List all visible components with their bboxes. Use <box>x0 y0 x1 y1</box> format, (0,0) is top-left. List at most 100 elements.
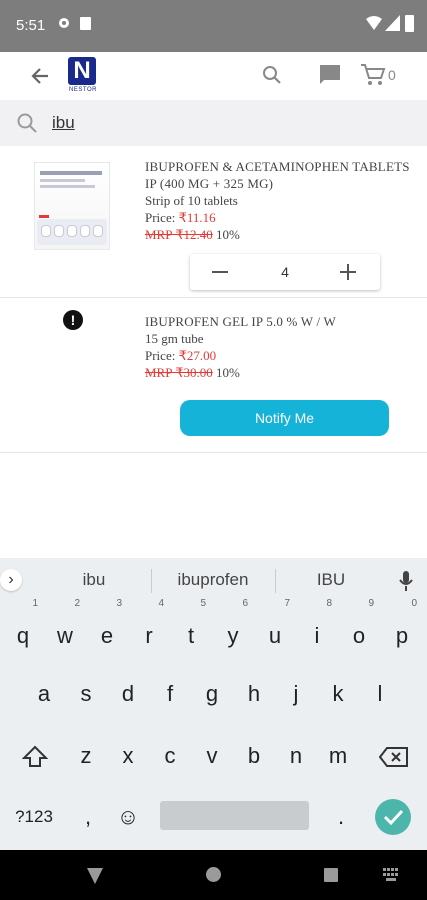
key-label: c <box>164 743 176 768</box>
key-label: i <box>314 623 320 648</box>
cart-icon[interactable] <box>360 63 386 87</box>
key-label: f <box>166 681 174 706</box>
key-label: b <box>247 743 261 768</box>
key-hint: 4 <box>158 598 164 609</box>
product-pack: Strip of 10 tablets <box>145 193 238 208</box>
signal-icon <box>385 15 400 31</box>
key-d[interactable]: d <box>110 671 146 717</box>
enter-key[interactable] <box>375 799 411 835</box>
keyboard-switch-icon[interactable] <box>383 868 399 882</box>
logo-word: NESTOR <box>69 87 97 93</box>
key-z[interactable]: z <box>68 733 104 779</box>
key-a[interactable]: a <box>26 671 62 717</box>
key-label: g <box>205 681 219 706</box>
sd-card-icon <box>80 17 91 30</box>
key-label: x <box>122 743 134 768</box>
status-bar: 5:51 <box>0 0 427 52</box>
cart-count: 0 <box>388 67 396 83</box>
product-name: IBUPROFEN GEL IP 5.0 % W / W <box>145 314 336 329</box>
alert-icon: ! <box>63 310 83 330</box>
product-card[interactable]: IBUPROFEN & ACETAMINOPHEN TABLETS IP (40… <box>0 148 427 298</box>
key-y[interactable]: y6 <box>215 599 251 659</box>
key-w[interactable]: w2 <box>47 599 83 659</box>
key-label: o <box>352 623 366 648</box>
nav-back-icon[interactable] <box>86 867 104 885</box>
microphone-icon[interactable] <box>398 570 414 592</box>
discount: 10% <box>212 227 240 242</box>
key-s[interactable]: s <box>68 671 104 717</box>
suggestion-item[interactable]: IBU <box>282 570 380 590</box>
status-time: 5:51 <box>16 17 46 34</box>
search-icon[interactable] <box>260 63 284 87</box>
key-label: v <box>206 743 218 768</box>
key-h[interactable]: h <box>236 671 272 717</box>
key-label: k <box>332 681 344 706</box>
key-label: e <box>100 623 114 648</box>
search-bar[interactable]: ibu <box>0 100 427 146</box>
backspace-icon[interactable] <box>379 747 409 767</box>
symbols-key[interactable]: ?123 <box>8 794 60 840</box>
key-hint: 5 <box>200 598 206 609</box>
key-u[interactable]: u7 <box>257 599 293 659</box>
notify-me-button[interactable]: Notify Me <box>180 400 389 436</box>
key-c[interactable]: c <box>152 733 188 779</box>
suggestion-strip: › ibu ibuprofen IBU <box>0 558 427 604</box>
discount: 10% <box>212 365 240 380</box>
key-b[interactable]: b <box>236 733 272 779</box>
key-v[interactable]: v <box>194 733 230 779</box>
key-e[interactable]: e3 <box>89 599 125 659</box>
key-label: m <box>328 743 348 768</box>
battery-icon <box>405 15 414 32</box>
product-info: IBUPROFEN GEL IP 5.0 % W / W 15 gm tube … <box>145 313 415 381</box>
key-label: j <box>293 681 299 706</box>
key-hint: 1 <box>32 598 38 609</box>
key-x[interactable]: x <box>110 733 146 779</box>
expand-arrow-icon[interactable]: › <box>0 569 22 591</box>
key-i[interactable]: i8 <box>299 599 335 659</box>
key-g[interactable]: g <box>194 671 230 717</box>
app-bar: N NESTOR 0 <box>0 52 427 100</box>
key-l[interactable]: l <box>362 671 398 717</box>
period-key[interactable]: . <box>323 794 359 840</box>
suggestion-item[interactable]: ibuprofen <box>158 570 268 590</box>
increment-button-vertical[interactable] <box>347 264 349 280</box>
back-arrow-icon[interactable] <box>26 62 54 90</box>
key-hint: 2 <box>74 598 80 609</box>
key-label: n <box>289 743 303 768</box>
price-value: ₹11.16 <box>178 210 216 225</box>
comma-key[interactable]: , <box>70 794 106 840</box>
key-j[interactable]: j <box>278 671 314 717</box>
key-hint: 8 <box>326 598 332 609</box>
key-hint: 0 <box>411 598 417 609</box>
key-q[interactable]: q1 <box>5 599 41 659</box>
search-field-icon <box>17 113 37 133</box>
key-r[interactable]: r4 <box>131 599 167 659</box>
key-label: z <box>80 743 92 768</box>
key-f[interactable]: f <box>152 671 188 717</box>
key-n[interactable]: n <box>278 733 314 779</box>
key-hint: 7 <box>284 598 290 609</box>
chat-icon[interactable] <box>318 63 342 87</box>
logo-letter: N <box>68 57 96 85</box>
nav-home-icon[interactable] <box>206 867 221 882</box>
nav-recents-icon[interactable] <box>324 868 338 882</box>
shift-icon[interactable] <box>22 745 48 769</box>
product-info: IBUPROFEN & ACETAMINOPHEN TABLETS IP (40… <box>145 158 415 243</box>
key-hint: 6 <box>242 598 248 609</box>
key-label: w <box>57 623 73 648</box>
key-label: t <box>187 623 195 648</box>
product-card[interactable]: ! IBUPROFEN GEL IP 5.0 % W / W 15 gm tub… <box>0 300 427 453</box>
space-key[interactable] <box>160 801 309 830</box>
key-p[interactable]: p0 <box>384 599 420 659</box>
quantity-stepper: 4 <box>190 254 380 290</box>
key-hint: 9 <box>368 598 374 609</box>
emoji-key[interactable]: ☺ <box>110 794 146 840</box>
key-m[interactable]: m <box>320 733 356 779</box>
key-o[interactable]: o9 <box>341 599 377 659</box>
key-label: d <box>121 681 135 706</box>
search-input[interactable]: ibu <box>52 113 75 133</box>
key-label: p <box>395 623 409 648</box>
key-k[interactable]: k <box>320 671 356 717</box>
key-t[interactable]: t5 <box>173 599 209 659</box>
suggestion-item[interactable]: ibu <box>44 570 144 590</box>
